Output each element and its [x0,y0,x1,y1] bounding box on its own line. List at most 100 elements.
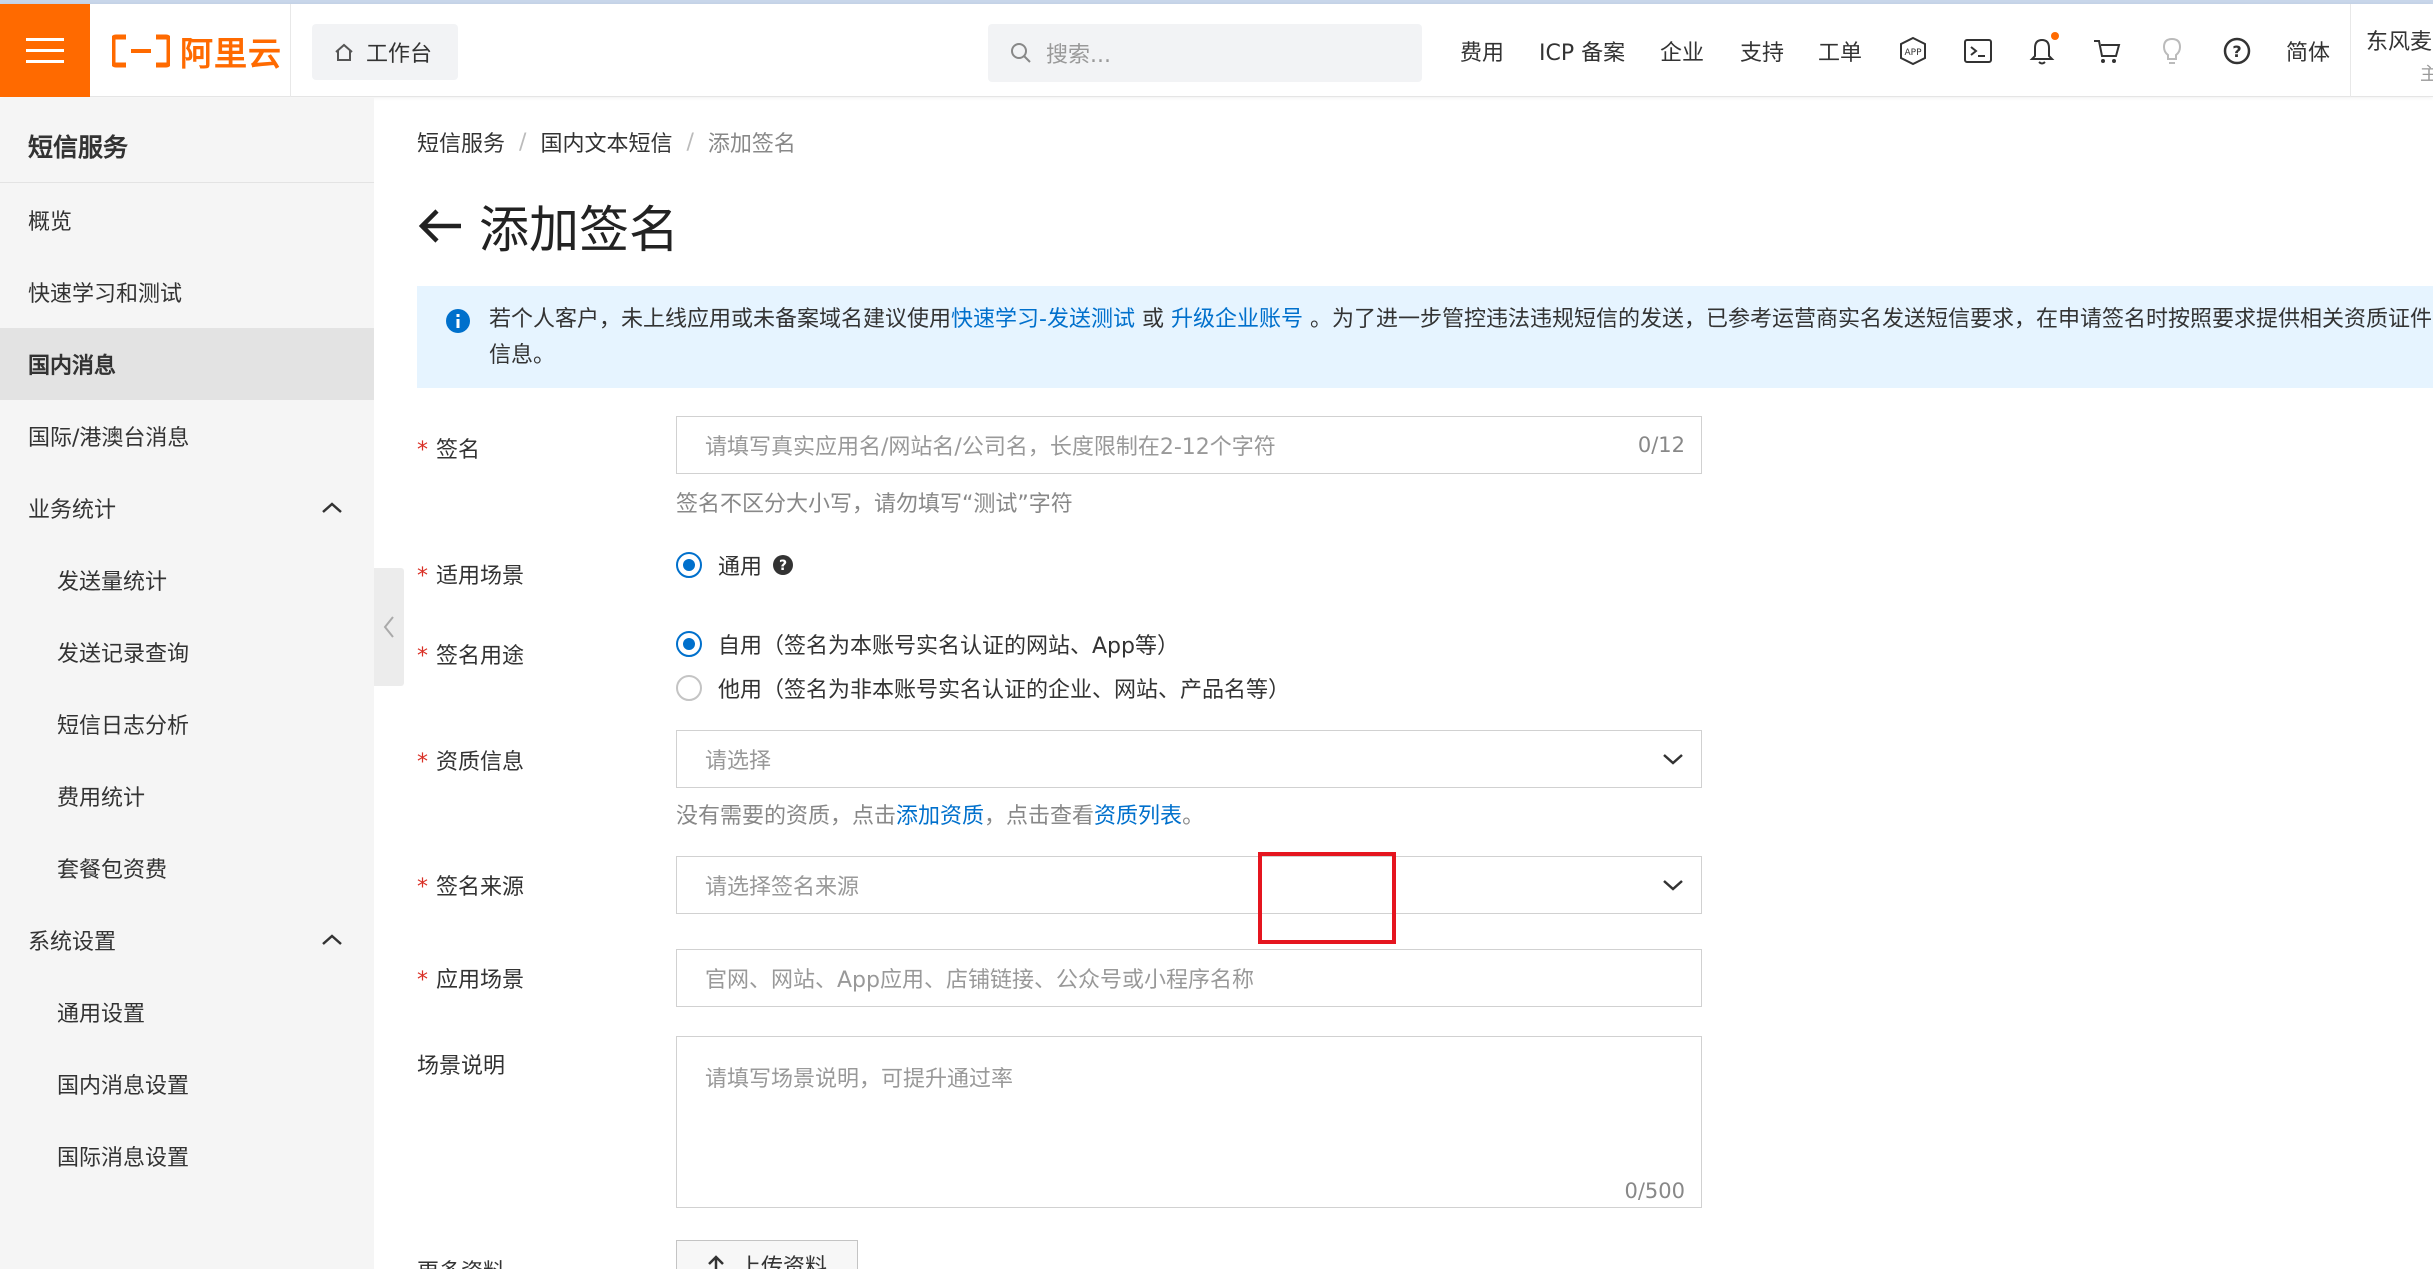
sidebar-item-international[interactable]: 国际/港澳台消息 [0,400,374,472]
notice-text: 若个人客户，未上线应用或未备案域名建议使用 [489,307,952,332]
sidebar-item-general-settings[interactable]: 通用设置 [0,976,374,1048]
app-scene-input[interactable]: 官网、网站、App应用、店铺链接、公众号或小程序名称 [676,949,1702,1007]
home-icon [335,43,353,61]
search-placeholder: 搜索... [1046,43,1111,68]
breadcrumb-current: 添加签名 [707,132,796,157]
cart-icon[interactable] [2092,36,2122,66]
sidebar-item-label: 发送量统计 [57,570,168,595]
purpose-label: * 签名用途 [417,644,525,669]
qualification-list-link[interactable]: 资质列表 [1094,804,1182,829]
sidebar-item-send-records[interactable]: 发送记录查询 [0,616,374,688]
source-select[interactable]: 请选择签名来源 [676,856,1702,914]
info-icon [446,309,470,333]
sidebar-item-label: 短信日志分析 [57,714,190,739]
breadcrumb-sms-service[interactable]: 短信服务 [417,126,505,158]
logo-text: 阿里云 [180,34,282,73]
signature-hint: 签名不区分大小写，请勿填写“测试”字符 [676,492,1073,517]
menu-button[interactable] [0,4,90,97]
qualification-hint: 没有需要的资质，点击添加资质，点击查看资质列表。 [676,804,1205,829]
sidebar-item-label: 套餐包资费 [57,858,168,883]
workbench-button[interactable]: 工作台 [312,24,458,80]
upload-icon [708,1255,724,1269]
sidebar: 短信服务 概览 快速学习和测试 国内消息 国际/港澳台消息 业务统计 发送量统计… [0,98,374,1269]
signature-placeholder: 请填写真实应用名/网站名/公司名，长度限制在2-12个字符 [705,435,1276,460]
sidebar-item-log-analysis[interactable]: 短信日志分析 [0,688,374,760]
page-header: 添加签名 [417,190,679,262]
sidebar-item-label: 发送记录查询 [57,642,190,667]
sidebar-divider [0,182,374,183]
scene-label: * 适用场景 [417,564,525,589]
sidebar-item-domestic-settings[interactable]: 国内消息设置 [0,1048,374,1120]
sidebar-item-label: 费用统计 [57,786,146,811]
nav-icp[interactable]: ICP 备案 [1539,4,1625,97]
purpose-radio-other[interactable]: 他用（签名为非本账号实名认证的企业、网站、产品名等） [676,672,1290,704]
app-scene-label: * 应用场景 [417,968,525,993]
sidebar-item-package-pricing[interactable]: 套餐包资费 [0,832,374,904]
nav-support[interactable]: 支持 [1740,4,1784,97]
qualification-placeholder: 请选择 [705,749,772,774]
top-header: 阿里云 工作台 搜索... 费用 ICP 备案 企业 支持 工单 APP ? 简… [0,4,2433,97]
scene-option-label: 通用 [718,555,763,580]
breadcrumb: 短信服务 / 国内文本短信 / 添加签名 [417,126,796,158]
sidebar-item-intl-settings[interactable]: 国际消息设置 [0,1120,374,1192]
back-arrow-icon[interactable] [417,206,463,246]
radio-selected[interactable] [676,631,702,657]
notification-dot [2051,32,2059,40]
scene-desc-textarea[interactable]: 请填写场景说明，可提升通过率 0/500 [676,1036,1702,1208]
search-icon [1011,43,1031,63]
scene-desc-placeholder: 请填写场景说明，可提升通过率 [705,1067,1014,1092]
breadcrumb-separator: / [519,129,527,155]
purpose-radio-self[interactable]: 自用（签名为本账号实名认证的网站、App等） [676,628,1179,660]
bell-icon[interactable] [2027,36,2057,66]
qualification-label: * 资质信息 [417,750,525,775]
sidebar-collapse-toggle[interactable] [374,568,404,686]
app-scene-placeholder: 官网、网站、App应用、店铺链接、公众号或小程序名称 [705,968,1254,993]
header-divider [2350,4,2351,97]
upload-button[interactable]: 上传资料 [676,1240,858,1269]
sidebar-item-cost-stats[interactable]: 费用统计 [0,760,374,832]
question-icon[interactable]: ? [772,554,794,576]
char-counter: 0/500 [1624,1179,1685,1203]
qualification-select[interactable]: 请选择 [676,730,1702,788]
help-icon[interactable]: ? [2222,36,2252,66]
chevron-down-icon [1663,880,1683,891]
svg-text:APP: APP [1904,48,1922,58]
app-icon[interactable]: APP [1898,36,1928,66]
aliyun-logo[interactable]: 阿里云 [112,28,282,74]
scene-radio-general[interactable]: 通用 ? [676,549,794,581]
sidebar-item-label: 国内消息设置 [57,1074,190,1099]
breadcrumb-separator: / [686,129,694,155]
sidebar-item-label: 国际消息设置 [57,1146,190,1171]
sidebar-item-overview[interactable]: 概览 [0,184,374,256]
breadcrumb-domestic-sms[interactable]: 国内文本短信 [540,126,672,158]
source-label: * 签名来源 [417,875,525,900]
nav-enterprise[interactable]: 企业 [1660,4,1704,97]
language-switch[interactable]: 简体 [2286,4,2330,97]
lightbulb-icon[interactable] [2157,36,2187,66]
sidebar-item-domestic[interactable]: 国内消息 [0,328,374,400]
sidebar-group-settings[interactable]: 系统设置 [0,904,374,976]
chevron-up-icon [322,502,342,513]
radio-selected[interactable] [676,552,702,578]
sidebar-item-label: 国内消息 [28,354,117,379]
sidebar-group-statistics[interactable]: 业务统计 [0,472,374,544]
quickstart-test-link[interactable]: 快速学习-发送测试 [951,307,1135,332]
nav-ticket[interactable]: 工单 [1818,4,1862,97]
add-qualification-link[interactable]: 添加资质 [896,804,984,829]
user-name[interactable]: 东风麦 [2366,24,2432,56]
main-content: 短信服务 / 国内文本短信 / 添加签名 添加签名 若个人客户，未上线应用或未备… [404,98,2433,1269]
terminal-icon[interactable] [1963,36,1993,66]
signature-input[interactable]: 请填写真实应用名/网站名/公司名，长度限制在2-12个字符 0/12 [676,416,1702,474]
svg-text:?: ? [779,558,787,574]
search-input[interactable]: 搜索... [988,24,1422,82]
info-notice: 若个人客户，未上线应用或未备案域名建议使用快速学习-发送测试 或 升级企业账号 … [417,286,2433,388]
upgrade-enterprise-link[interactable]: 升级企业账号 [1171,307,1303,332]
radio-unselected[interactable] [676,675,702,701]
sidebar-item-label: 快速学习和测试 [28,282,183,307]
sidebar-item-send-volume[interactable]: 发送量统计 [0,544,374,616]
sidebar-item-quickstart[interactable]: 快速学习和测试 [0,256,374,328]
workbench-label: 工作台 [366,42,433,67]
sidebar-item-label: 通用设置 [57,1002,146,1027]
nav-cost[interactable]: 费用 [1460,4,1504,97]
source-placeholder: 请选择签名来源 [705,875,860,900]
